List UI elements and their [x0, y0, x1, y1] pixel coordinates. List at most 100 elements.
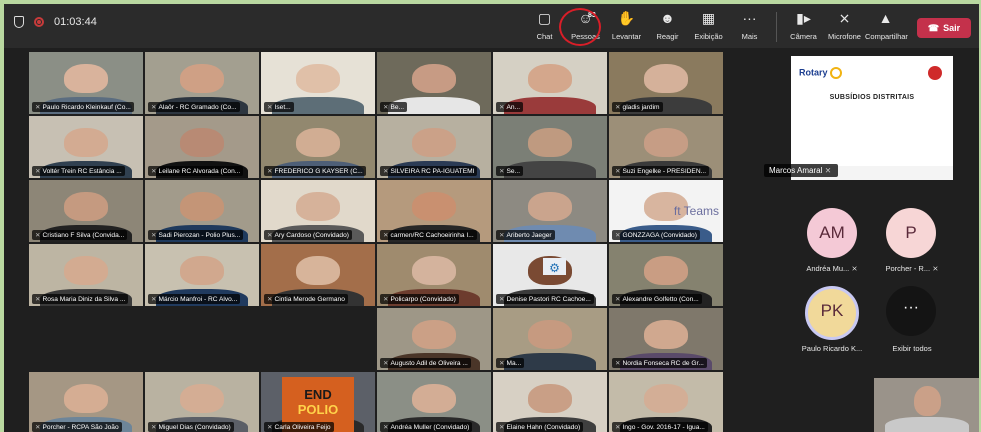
- participant-head: [412, 256, 456, 285]
- mic-muted-icon: ⨯: [383, 360, 389, 367]
- participant-tile[interactable]: ⨯ Leilane RC Alvorada (Con...: [145, 116, 259, 178]
- participant-name: ⨯ Cintia Merode Germano: [264, 294, 348, 304]
- participant-tile[interactable]: ⨯ Alexandre Golfetto (Con...: [609, 244, 723, 306]
- participant-tile[interactable]: ⨯ FREDERICO G KAYSER (C...: [261, 116, 375, 178]
- participant-head: [64, 64, 108, 93]
- participant-name-text: Rosa Maria Diniz da Silva ...: [42, 296, 126, 303]
- participant-tile[interactable]: ⨯ Nordia Fonseca RC de Gr...: [609, 308, 723, 370]
- participant-tile[interactable]: ⨯ Ingo - Gov. 2016-17 - Igua...: [609, 372, 723, 432]
- mic-muted-icon: ⨯: [383, 424, 389, 431]
- participant-tile[interactable]: ⨯ Cintia Merode Germano: [261, 244, 375, 306]
- participant-tile[interactable]: ⨯ Elaine Hahn (Convidado): [493, 372, 607, 432]
- mic-muted-icon: ⨯: [499, 296, 505, 303]
- participant-tile[interactable]: ⨯ Iset...: [261, 52, 375, 114]
- mic-muted-icon: ⨯: [151, 168, 157, 175]
- participant-head: [644, 384, 688, 413]
- participant-name: ⨯ Augusto Adil de Oliveira ...: [380, 358, 471, 368]
- participant-name: ⨯ Elaine Hahn (Convidado): [496, 422, 584, 432]
- teams-watermark: ft Teams: [673, 204, 719, 218]
- participant-tile[interactable]: ⨯ Porcher - RCPA São João: [29, 372, 143, 432]
- video-grid: ⨯ Paulo Ricardo Kleinkauf (Co... ⨯ Alaôr - …: [28, 52, 728, 432]
- participant-name: ⨯ Cristiano F Silva (Convida...: [32, 230, 128, 240]
- mic-muted-icon: ⨯: [151, 232, 157, 239]
- leave-label: Sair: [943, 23, 961, 33]
- participant-name-text: Leilane RC Alvorada (Con...: [158, 168, 241, 175]
- participant-name-text: Márcio Manfroi - RC Alvo...: [158, 296, 238, 303]
- avatar-pk[interactable]: PK: [805, 286, 859, 340]
- participant-tile[interactable]: ⚙ ⨯ Denise Pastori RC Cachoe...: [493, 244, 607, 306]
- participant-tile[interactable]: ⨯ Augusto Adil de Oliveira ...: [377, 308, 491, 370]
- avatar-p[interactable]: P: [886, 208, 936, 258]
- participant-name-text: Alexandre Golfetto (Con...: [622, 296, 699, 303]
- participant-name-text: Nordia Fonseca RC de Gr...: [622, 360, 704, 367]
- participant-name: ⨯ Ariberto Jaeger: [496, 230, 555, 240]
- participant-tile[interactable]: ⨯ Suzi Engelke - PRESIDEN...: [609, 116, 723, 178]
- participant-head: [644, 256, 688, 285]
- participant-tile[interactable]: ⨯ Se...: [493, 116, 607, 178]
- mic-muted-icon: ⨯: [615, 168, 621, 175]
- participant-tile[interactable]: ⨯ carmen/RC Cachoeirinha I...: [377, 180, 491, 242]
- participant-name-text: Be...: [390, 104, 405, 111]
- mic-muted-icon: ⨯: [499, 168, 505, 175]
- participant-tile[interactable]: ⨯ Miguel Dias (Convidado): [145, 372, 259, 432]
- participant-name-text: Alaôr - RC Gramado (Co...: [158, 104, 237, 111]
- shared-title: SUBSÍDIOS DISTRITAIS: [829, 94, 915, 101]
- participant-tile[interactable]: ⨯ SILVEIRA RC PA-IGUATEMI: [377, 116, 491, 178]
- mic-muted-icon: ⨯: [35, 104, 41, 111]
- participant-tile[interactable]: ⨯ Andréa Muller (Convidado): [377, 372, 491, 432]
- mic-muted-icon: ⨯: [932, 264, 939, 273]
- participant-tile[interactable]: ⨯ Cristiano F Silva (Convida...: [29, 180, 143, 242]
- participant-tile[interactable]: ⨯ Voltér Trein RC Estância ...: [29, 116, 143, 178]
- participant-tile[interactable]: ⨯ Rosa Maria Diniz da Silva ...: [29, 244, 143, 306]
- participant-name-text: Paulo Ricardo Kleinkauf (Co...: [42, 104, 131, 111]
- participant-tile[interactable]: ⨯ Ariberto Jaeger: [493, 180, 607, 242]
- participant-tile[interactable]: END POLIO ⨯ Carla Oliveira Feijo: [261, 372, 375, 432]
- rotary-sign-icon: ⚙: [543, 257, 566, 275]
- participant-tile[interactable]: ⨯ Alaôr - RC Gramado (Co...: [145, 52, 259, 114]
- react-button[interactable]: ☻ Reagir: [647, 8, 688, 42]
- shared-lines: [803, 105, 941, 109]
- view-button[interactable]: ▦ Exibição: [688, 8, 729, 42]
- participant-tile[interactable]: ⨯ Paulo Ricardo Kleinkauf (Co...: [29, 52, 143, 114]
- participant-tile[interactable]: ⨯ Ary Cardoso (Convidado): [261, 180, 375, 242]
- participant-name: ⨯ Paulo Ricardo Kleinkauf (Co...: [32, 102, 134, 112]
- participant-head: [64, 256, 108, 285]
- show-all-button[interactable]: ···: [886, 286, 936, 336]
- participant-head: [412, 128, 456, 157]
- share-button[interactable]: ▲ Compartilhar: [865, 8, 908, 42]
- meeting-toolbar: 01:03:44 ▢ Chat ☺ 83 Pessoas ✋ Levantar …: [4, 4, 979, 48]
- participant-tile[interactable]: ⨯ Sadi Pierozan - Polio Plus...: [145, 180, 259, 242]
- avatar-am[interactable]: AM: [807, 208, 857, 258]
- raise-hand-label: Levantar: [611, 32, 642, 41]
- participant-head: [180, 192, 224, 221]
- shared-screen[interactable]: Rotary SUBSÍDIOS DISTRITAIS: [791, 56, 953, 180]
- participant-head: [296, 128, 340, 157]
- leave-button[interactable]: ☎ Sair: [917, 18, 971, 38]
- shield-icon: [14, 16, 24, 28]
- participant-tile[interactable]: ⨯ Márcio Manfroi - RC Alvo...: [145, 244, 259, 306]
- participant-name: ⨯ Sadi Pierozan - Polio Plus...: [148, 230, 244, 240]
- participant-tile[interactable]: ⨯ An...: [493, 52, 607, 114]
- participant-tile[interactable]: ⨯ gladis jardim: [609, 52, 723, 114]
- participant-tile[interactable]: ⨯ Ma...: [493, 308, 607, 370]
- banner-end-text: END: [304, 386, 332, 402]
- participant-name-text: Ma...: [506, 360, 522, 367]
- participant-name-text: Suzi Engelke - PRESIDEN...: [622, 168, 707, 175]
- participant-name: ⨯ Voltér Trein RC Estância ...: [32, 166, 125, 176]
- raise-hand-button[interactable]: ✋ Levantar: [606, 8, 647, 42]
- participant-head: [180, 256, 224, 285]
- microphone-button[interactable]: ⨯ Microfone: [824, 8, 865, 42]
- more-button[interactable]: ··· Mais: [729, 8, 770, 42]
- participant-tile[interactable]: ⨯ Be...: [377, 52, 491, 114]
- participant-tile[interactable]: ft Teams ⨯ GONZZAGA (Convidado): [609, 180, 723, 242]
- participant-name: ⨯ Be...: [380, 102, 408, 112]
- phone-hangup-icon: ☎: [927, 22, 940, 33]
- self-video-tile[interactable]: [874, 378, 979, 432]
- shared-header: Rotary: [791, 56, 953, 90]
- camera-button[interactable]: ▮▸ Câmera: [783, 8, 824, 42]
- participant-head: [644, 128, 688, 157]
- participant-head: [528, 64, 572, 93]
- participant-tile[interactable]: ⨯ Policarpo (Convidado): [377, 244, 491, 306]
- participant-name-text: SILVEIRA RC PA-IGUATEMI: [390, 168, 475, 175]
- roster-name: Andréa Mu... ⨯: [806, 264, 858, 273]
